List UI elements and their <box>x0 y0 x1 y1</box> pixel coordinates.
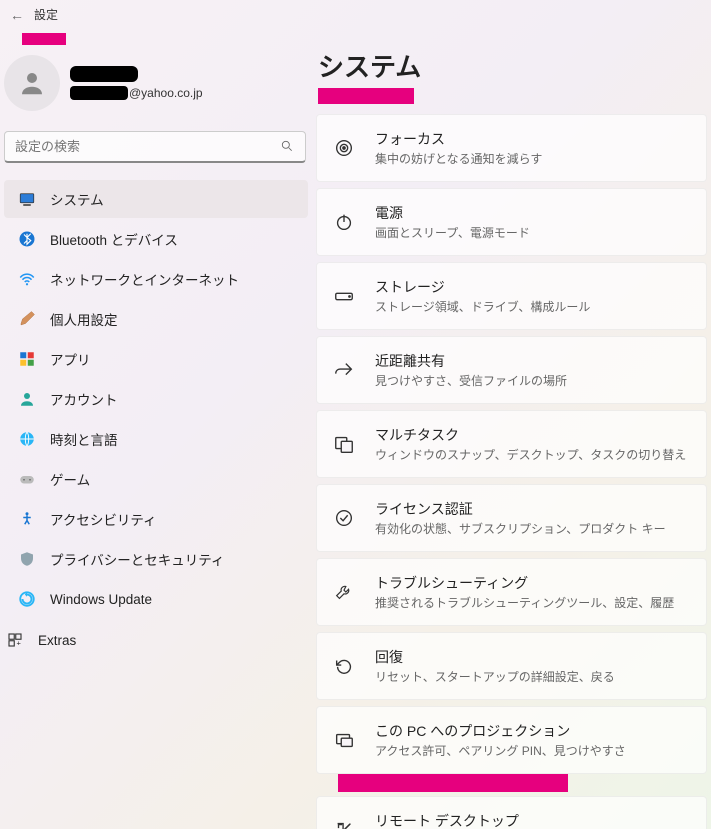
card-sub: 見つけやすさ、受信ファイルの場所 <box>375 372 567 389</box>
sidebar: @yahoo.co.jp システム Bluetooth とデバイス ネットワーク… <box>0 29 312 829</box>
card-nearby-share[interactable]: 近距離共有見つけやすさ、受信ファイルの場所 <box>316 336 707 404</box>
card-title: フォーカス <box>375 129 542 149</box>
globe-icon <box>18 430 36 448</box>
search-icon <box>280 139 294 153</box>
nav-item-time-language[interactable]: 時刻と言語 <box>4 420 308 458</box>
card-sub: 画面とスリープ、電源モード <box>375 224 530 241</box>
email-suffix: @yahoo.co.jp <box>129 86 203 100</box>
nav-item-accounts[interactable]: アカウント <box>4 380 308 418</box>
card-title: 近距離共有 <box>375 351 567 371</box>
shield-icon <box>18 550 36 568</box>
nav-item-update[interactable]: Windows Update <box>4 580 308 618</box>
card-sub: ストレージ領域、ドライブ、構成ルール <box>375 298 590 315</box>
avatar <box>4 55 60 111</box>
redacted-name <box>70 66 138 82</box>
search-input[interactable] <box>4 131 306 163</box>
card-title: 電源 <box>375 203 530 223</box>
redaction <box>318 88 414 104</box>
card-sub: 有効化の状態、サブスクリプション、プロダクト キー <box>375 520 666 537</box>
nav-item-label: ゲーム <box>50 469 90 489</box>
nav-item-apps[interactable]: アプリ <box>4 340 308 378</box>
nav-item-label: システム <box>50 189 104 209</box>
system-icon <box>18 190 36 208</box>
nav-item-system[interactable]: システム <box>4 180 308 218</box>
apps-icon <box>18 350 36 368</box>
card-title: この PC へのプロジェクション <box>375 721 626 741</box>
storage-icon <box>333 285 355 307</box>
card-sub: 集中の妨げとなる通知を減らす <box>375 150 542 167</box>
nav-item-privacy[interactable]: プライバシーとセキュリティ <box>4 540 308 578</box>
network-icon <box>18 270 36 288</box>
nav-item-label: 個人用設定 <box>50 309 118 329</box>
nav-item-label: 時刻と言語 <box>50 429 118 449</box>
nav-item-network[interactable]: ネットワークとインターネット <box>4 260 308 298</box>
bluetooth-icon <box>18 230 36 248</box>
redaction <box>338 774 568 792</box>
nav-item-label: アクセシビリティ <box>50 509 157 529</box>
card-focus[interactable]: フォーカス集中の妨げとなる通知を減らす <box>316 114 707 182</box>
page-title: システム <box>316 47 707 84</box>
title-text: 設定 <box>34 6 58 23</box>
recovery-icon <box>333 655 355 677</box>
share-icon <box>333 359 355 381</box>
card-title: ライセンス認証 <box>375 499 666 519</box>
card-title: ストレージ <box>375 277 590 297</box>
profile-text: @yahoo.co.jp <box>70 66 203 100</box>
redaction <box>22 33 66 45</box>
card-sub: リセット、スタートアップの詳細設定、戻る <box>375 668 615 685</box>
card-sub: アクセス許可、ペアリング PIN、見つけやすさ <box>375 742 626 759</box>
card-multitask[interactable]: マルチタスクウィンドウのスナップ、デスクトップ、タスクの切り替え <box>316 410 707 478</box>
redacted-email-prefix <box>70 86 128 100</box>
brush-icon <box>18 310 36 328</box>
nav: システム Bluetooth とデバイス ネットワークとインターネット 個人用設… <box>0 179 312 619</box>
nav-item-label: アカウント <box>50 389 118 409</box>
card-title: リモート デスクトップ <box>375 811 657 829</box>
projection-icon <box>333 729 355 751</box>
titlebar: ← 設定 <box>0 0 711 29</box>
svg-text:+: + <box>17 638 22 647</box>
nav-item-personalization[interactable]: 個人用設定 <box>4 300 308 338</box>
nav-item-accessibility[interactable]: アクセシビリティ <box>4 500 308 538</box>
card-sub: 推奨されるトラブルシューティングツール、設定、履歴 <box>375 594 674 611</box>
card-remote-desktop[interactable]: リモート デスクトップリモート デスクトップ ユーザー、接続アクセス許可 <box>316 796 707 829</box>
power-icon <box>333 211 355 233</box>
multitask-icon <box>333 433 355 455</box>
nav-item-label: Bluetooth とデバイス <box>50 229 178 249</box>
nav-item-extras[interactable]: + Extras <box>0 621 312 659</box>
nav-item-label: Extras <box>38 633 76 648</box>
accessibility-icon <box>18 510 36 528</box>
game-icon <box>18 470 36 488</box>
nav-item-label: ネットワークとインターネット <box>50 269 239 289</box>
card-storage[interactable]: ストレージストレージ領域、ドライブ、構成ルール <box>316 262 707 330</box>
remote-icon <box>333 819 355 829</box>
card-sub: ウィンドウのスナップ、デスクトップ、タスクの切り替え <box>375 446 686 463</box>
check-icon <box>333 507 355 529</box>
wrench-icon <box>333 581 355 603</box>
update-icon <box>18 590 36 608</box>
card-title: 回復 <box>375 647 615 667</box>
back-arrow-icon[interactable]: ← <box>10 7 24 23</box>
nav-item-label: アプリ <box>50 349 91 369</box>
card-activation[interactable]: ライセンス認証有効化の状態、サブスクリプション、プロダクト キー <box>316 484 707 552</box>
main: システム フォーカス集中の妨げとなる通知を減らす 電源画面とスリープ、電源モード… <box>312 29 711 829</box>
card-title: トラブルシューティング <box>375 573 674 593</box>
card-title: マルチタスク <box>375 425 686 445</box>
nav-item-gaming[interactable]: ゲーム <box>4 460 308 498</box>
card-projection[interactable]: この PC へのプロジェクションアクセス許可、ペアリング PIN、見つけやすさ <box>316 706 707 774</box>
card-troubleshoot[interactable]: トラブルシューティング推奨されるトラブルシューティングツール、設定、履歴 <box>316 558 707 626</box>
search <box>4 131 306 163</box>
focus-icon <box>333 137 355 159</box>
nav-item-label: Windows Update <box>50 592 152 607</box>
card-power[interactable]: 電源画面とスリープ、電源モード <box>316 188 707 256</box>
nav-item-label: プライバシーとセキュリティ <box>50 549 224 569</box>
profile[interactable]: @yahoo.co.jp <box>0 47 312 119</box>
nav-item-bluetooth[interactable]: Bluetooth とデバイス <box>4 220 308 258</box>
card-recovery[interactable]: 回復リセット、スタートアップの詳細設定、戻る <box>316 632 707 700</box>
person-icon <box>17 68 47 98</box>
extras-icon: + <box>6 631 24 649</box>
account-icon <box>18 390 36 408</box>
